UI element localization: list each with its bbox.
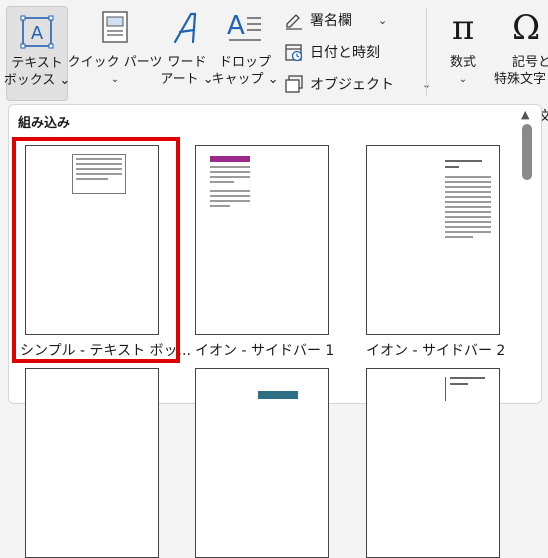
quickparts-label-1: クイック パーツ xyxy=(67,55,163,70)
dropcap-icon: A xyxy=(227,11,261,41)
gallery-item-label-2: イオン - サイドバー 1 xyxy=(195,343,335,359)
scrollbar-thumb[interactable] xyxy=(522,124,532,180)
object-icon xyxy=(285,75,303,93)
textbox-button[interactable]: A テキスト ボックス ⌄ xyxy=(3,6,71,101)
signature-chevron-icon: ⌄ xyxy=(378,13,388,27)
calendar-clock-icon xyxy=(285,44,303,62)
gallery-item-row2-3[interactable] xyxy=(366,368,500,558)
textbox-label-1: テキスト xyxy=(11,56,63,71)
gallery-item-label-3: イオン - サイドバー 2 xyxy=(366,343,506,359)
selection-highlight xyxy=(12,137,180,363)
symbol-label-1: 記号と xyxy=(512,55,548,70)
svg-text:A: A xyxy=(31,23,44,44)
row2-3-sidebar-box xyxy=(445,377,491,401)
signature-label: 署名欄 xyxy=(310,13,352,29)
object-label: オブジェクト xyxy=(310,77,394,93)
wordart-label-2: アート ⌄ xyxy=(160,72,214,87)
dropcap-button[interactable]: A ドロップ キャップ ⌄ xyxy=(211,10,278,88)
gallery-item-row2-2[interactable] xyxy=(195,368,329,558)
gallery-item-label-1: シンプル - テキスト ボッ... xyxy=(20,343,191,359)
gallery-section-title: 組み込み xyxy=(18,116,71,131)
datetime-button[interactable]: 日付と時刻 xyxy=(284,42,380,62)
gallery-item-ion-sidebar-2[interactable] xyxy=(366,145,500,335)
dropcap-label-1: ドロップ xyxy=(218,55,271,70)
ion-sidebar-1-text xyxy=(210,166,250,210)
ion-sidebar-1-header-bar xyxy=(210,156,250,162)
quickparts-icon xyxy=(102,11,128,43)
ribbon: A テキスト ボックス ⌄ クイック パーツ ⌄ ワード アート ⌄ A ドロッ… xyxy=(0,0,548,125)
pi-icon: π xyxy=(451,8,475,48)
signature-line-button[interactable]: 署名欄 ⌄ xyxy=(284,10,387,30)
datetime-label: 日付と時刻 xyxy=(310,45,380,61)
symbol-label-2: 特殊文字 xyxy=(494,72,547,87)
equation-label: 数式 xyxy=(449,55,476,70)
scroll-up-arrow-icon[interactable]: ▲ xyxy=(521,108,529,121)
equation-button[interactable]: π 数式 ⌄ xyxy=(440,8,486,88)
textbox-label-2: ボックス ⌄ xyxy=(3,73,71,88)
svg-text:A: A xyxy=(227,11,245,41)
ion-sidebar-2-text xyxy=(445,160,491,241)
quickparts-chevron: ⌄ xyxy=(110,74,120,85)
wordart-button[interactable]: ワード アート ⌄ xyxy=(160,10,214,88)
wordart-icon xyxy=(173,12,197,44)
textbox-icon: A xyxy=(20,15,54,49)
gallery-item-row2-1[interactable] xyxy=(25,368,159,558)
omega-icon: Ω xyxy=(512,8,541,48)
dropcap-label-2: キャップ ⌄ xyxy=(211,72,279,87)
gallery-item-ion-sidebar-1[interactable] xyxy=(195,145,329,335)
quickparts-button[interactable]: クイック パーツ ⌄ xyxy=(68,10,162,88)
object-button[interactable]: オブジェクト ⌄ xyxy=(284,74,431,94)
equation-chevron: ⌄ xyxy=(458,74,468,85)
ribbon-separator xyxy=(426,8,427,96)
signature-icon xyxy=(286,14,302,30)
symbol-button[interactable]: Ω 記号と 特殊文字 xyxy=(494,8,548,88)
wordart-label-1: ワード xyxy=(167,55,207,70)
